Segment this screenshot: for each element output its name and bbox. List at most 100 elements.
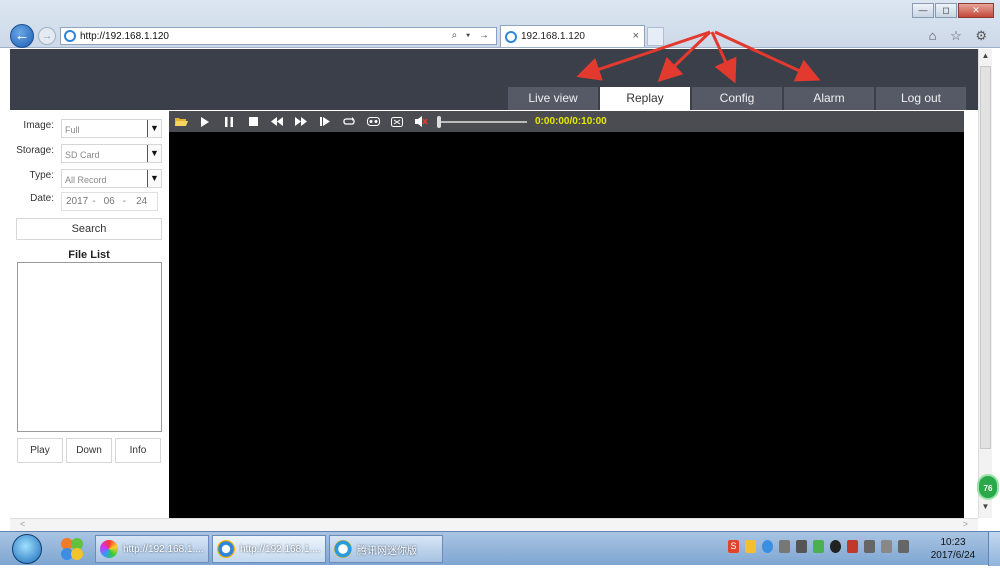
search-button[interactable]: Search	[16, 218, 162, 240]
close-window-button[interactable]: ✕	[958, 3, 994, 18]
play-icon[interactable]	[193, 112, 217, 131]
mute-icon[interactable]	[409, 112, 433, 131]
file-list[interactable]	[17, 262, 162, 432]
thermometer-icon[interactable]	[779, 540, 790, 553]
vertical-scroll-thumb[interactable]	[980, 66, 991, 449]
download-button[interactable]: Down	[66, 438, 112, 463]
home-favorites-tools-icons[interactable]: ⌂ ☆ ⚙	[929, 28, 992, 44]
chevron-down-icon[interactable]: ▼	[147, 170, 161, 187]
taskbar-item-label: http://192.168.1....	[123, 543, 204, 555]
floating-badge[interactable]: 76	[977, 474, 999, 500]
type-row: Type: All Record ▼	[10, 168, 168, 188]
volume-icon[interactable]	[898, 540, 909, 553]
storage-select[interactable]: SD Card ▼	[61, 144, 162, 163]
pause-icon[interactable]	[217, 112, 241, 131]
horizontal-scrollbar[interactable]: < >	[10, 518, 978, 531]
address-url: http://192.168.1.120	[80, 30, 169, 42]
new-tab-button[interactable]	[647, 27, 664, 46]
storage-value: SD Card	[65, 150, 100, 160]
tab-live-view[interactable]: Live view	[508, 87, 598, 110]
date-label: Date:	[30, 193, 54, 204]
scroll-left-icon[interactable]: <	[20, 519, 25, 529]
rewind-icon[interactable]	[265, 112, 289, 131]
video-display[interactable]	[169, 132, 964, 519]
tray-app-icon-2[interactable]	[847, 540, 858, 553]
scroll-down-icon[interactable]: ▼	[979, 502, 992, 516]
image-row: Image: Full ▼	[10, 118, 168, 138]
snapshot-icon[interactable]	[385, 112, 409, 131]
image-select[interactable]: Full ▼	[61, 119, 162, 138]
minimize-button[interactable]: —	[912, 3, 934, 18]
taskbar-item-news[interactable]: 腾讯网迷你版	[329, 535, 443, 563]
tab-alarm[interactable]: Alarm	[784, 87, 874, 110]
back-arrow-icon[interactable]: ←	[10, 24, 34, 48]
taskbar: http://192.168.1.... http://192.168.1...…	[0, 531, 1000, 566]
browser-app-icon	[100, 540, 118, 558]
fast-forward-icon[interactable]	[289, 112, 313, 131]
taskbar-item-ie[interactable]: http://192.168.1....	[212, 535, 326, 563]
stop-icon[interactable]	[241, 112, 265, 131]
maximize-button[interactable]: ◻	[935, 3, 957, 18]
playback-timecode: 0:00:00/0:10:00	[535, 116, 607, 127]
signal-icon[interactable]	[881, 540, 892, 553]
qq-icon[interactable]	[830, 540, 841, 553]
address-tools-icon[interactable]: ⌕ ▾ →	[452, 30, 492, 41]
chevron-down-icon[interactable]: ▼	[147, 120, 161, 137]
browser-tab[interactable]: 192.168.1.120 ×	[500, 25, 645, 47]
tray-app-icon[interactable]	[745, 540, 756, 553]
date-year[interactable]: 2017	[66, 196, 88, 207]
info-button[interactable]: Info	[115, 438, 161, 463]
show-desktop-button[interactable]	[988, 532, 1000, 566]
clock-time: 10:23	[940, 537, 966, 548]
date-day[interactable]: 24	[136, 196, 147, 207]
step-frame-icon[interactable]	[313, 112, 337, 131]
scroll-right-icon[interactable]: >	[963, 519, 968, 529]
taskbar-item-label: http://192.168.1....	[240, 543, 321, 555]
storage-row: Storage: SD Card ▼	[10, 143, 168, 163]
vertical-scrollbar[interactable]: ▲ ▼	[978, 49, 992, 518]
system-tray: S	[728, 540, 909, 553]
ie-app-icon	[217, 540, 235, 558]
network-app-icon[interactable]	[762, 540, 773, 553]
address-bar[interactable]: http://192.168.1.120 ⌕ ▾ →	[60, 27, 497, 45]
date-month[interactable]: 06	[104, 196, 115, 207]
start-button[interactable]	[12, 534, 42, 564]
close-tab-icon[interactable]: ×	[633, 30, 639, 42]
monitor-icon[interactable]	[796, 540, 807, 553]
pinned-app-icon[interactable]	[58, 535, 86, 563]
tab-replay[interactable]: Replay	[600, 87, 690, 110]
storage-label: Storage:	[16, 145, 54, 156]
record-clip-icon[interactable]	[361, 112, 385, 131]
ie-page-icon	[64, 30, 76, 42]
tab-config[interactable]: Config	[692, 87, 782, 110]
chevron-down-icon[interactable]: ▼	[147, 145, 161, 162]
tab-ie-icon	[505, 30, 517, 43]
open-folder-icon[interactable]	[169, 112, 193, 131]
forward-arrow-icon[interactable]: →	[38, 27, 56, 45]
progress-knob[interactable]	[437, 115, 441, 128]
date-input[interactable]: 2017 - 06 - 24	[61, 192, 158, 211]
loop-icon[interactable]	[337, 112, 361, 131]
date-row: Date: 2017 - 06 - 24	[10, 191, 168, 211]
date-sep-1: -	[92, 196, 96, 207]
type-label: Type:	[29, 170, 54, 181]
screen: — ◻ ✕ ← → http://192.168.1.120 ⌕ ▾ → 192…	[0, 0, 1000, 587]
clock[interactable]: 10:23 2017/6/24	[928, 536, 978, 562]
tab-logout[interactable]: Log out	[876, 87, 966, 110]
date-sep-2: -	[122, 196, 127, 207]
scroll-up-icon[interactable]: ▲	[979, 51, 992, 65]
image-value: Full	[65, 125, 80, 135]
browser-chrome: — ◻ ✕ ← → http://192.168.1.120 ⌕ ▾ → 192…	[0, 0, 1000, 48]
clock-date: 2017/6/24	[930, 550, 976, 561]
playback-progress-slider[interactable]	[437, 115, 527, 128]
play-button[interactable]: Play	[17, 438, 63, 463]
sogou-input-icon[interactable]: S	[728, 540, 739, 553]
image-label: Image:	[23, 120, 54, 131]
window-controls: — ◻ ✕	[912, 3, 994, 18]
file-list-title: File List	[68, 249, 110, 261]
type-select[interactable]: All Record ▼	[61, 169, 162, 188]
type-value: All Record	[65, 175, 107, 185]
security-icon[interactable]	[813, 540, 824, 553]
usb-icon[interactable]	[864, 540, 875, 553]
taskbar-item-browser-1[interactable]: http://192.168.1....	[95, 535, 209, 563]
